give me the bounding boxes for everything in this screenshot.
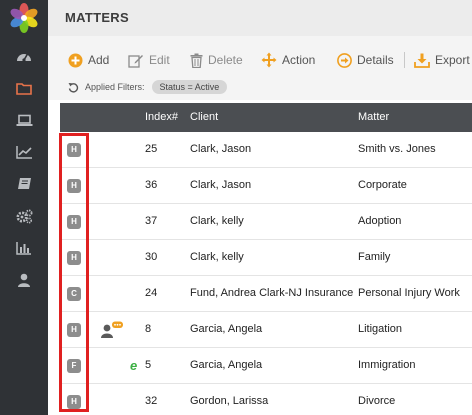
matter-cell: Litigation (358, 323, 403, 335)
index-cell: 37 (145, 215, 158, 227)
type-badge: H (67, 251, 81, 265)
column-header-client[interactable]: Client (190, 111, 218, 123)
matter-cell: Divorce (358, 395, 396, 407)
type-badge: H (67, 215, 81, 229)
e-icon[interactable]: e (130, 358, 140, 375)
sidebar-item-analytics[interactable] (0, 232, 48, 264)
sidebar-item-library[interactable] (0, 168, 48, 200)
table-row[interactable]: H 25 Clark, Jason Smith vs. Jones (60, 132, 472, 168)
gauge-icon (17, 53, 31, 62)
filters-label: Applied Filters: (85, 82, 145, 92)
app-window: MATTERS Add Edit Delete Action Details E… (0, 0, 472, 415)
applied-filters: Applied Filters: Status = Active (68, 79, 228, 95)
sidebar-item-user[interactable] (0, 264, 48, 296)
matter-cell: Adoption (358, 215, 402, 227)
line-chart-icon (15, 146, 32, 159)
table-body: H 25 Clark, Jason Smith vs. Jones H 36 C… (60, 132, 472, 415)
bar-chart-icon (16, 242, 31, 255)
gears-icon (16, 209, 32, 224)
sidebar-item-settings[interactable] (0, 200, 48, 232)
table-row[interactable]: H 36 Clark, Jason Corporate (60, 168, 472, 204)
table-row[interactable]: F 5 Garcia, Angela Immigration e (60, 348, 472, 384)
sidebar (0, 0, 48, 415)
trash-icon (190, 53, 203, 68)
table-row[interactable]: H 32 Gordon, Larissa Divorce (60, 384, 472, 415)
undo-icon[interactable] (68, 82, 79, 93)
export-label: Export (435, 53, 470, 67)
details-label: Details (357, 53, 394, 67)
details-button[interactable]: Details (337, 50, 394, 70)
page-header: MATTERS (48, 0, 472, 36)
type-badge: H (67, 323, 81, 337)
table-row[interactable]: C 24 Fund, Andrea Clark-NJ Insurance Per… (60, 276, 472, 312)
table-row[interactable]: H 8 Garcia, Angela Litigation (60, 312, 472, 348)
action-button[interactable]: Action (261, 50, 315, 70)
client-cell: Garcia, Angela (190, 359, 263, 371)
type-badge: F (67, 359, 81, 373)
laptop-icon (16, 114, 32, 126)
user-chat-icon[interactable] (100, 321, 124, 342)
add-circle-icon (68, 53, 83, 67)
page-title: MATTERS (65, 10, 129, 25)
toolbar: Add Edit Delete Action Details Export Ap… (48, 36, 472, 100)
column-header-matter[interactable]: Matter (358, 111, 389, 123)
sidebar-item-dashboard[interactable] (0, 40, 48, 72)
toolbar-divider (404, 52, 405, 68)
sidebar-item-computer[interactable] (0, 104, 48, 136)
delete-label: Delete (208, 53, 243, 67)
index-cell: 5 (145, 359, 152, 371)
type-badge: H (67, 179, 81, 193)
column-header-index[interactable]: Index# (145, 111, 178, 123)
matter-cell: Immigration (358, 359, 416, 371)
index-cell: 32 (145, 395, 158, 407)
arrow-circle-icon (337, 52, 352, 68)
index-cell: 8 (145, 323, 152, 335)
export-button[interactable]: Export (414, 50, 470, 70)
table-row[interactable]: H 37 Clark, kelly Adoption (60, 204, 472, 240)
flower-logo[interactable] (9, 3, 39, 33)
type-badge: C (67, 287, 81, 301)
book-icon (17, 178, 31, 189)
matter-cell: Corporate (358, 179, 407, 191)
client-cell: Gordon, Larissa (190, 395, 269, 407)
client-cell: Fund, Andrea Clark-NJ Insurance (190, 287, 354, 299)
index-cell: 25 (145, 143, 158, 155)
client-cell: Clark, kelly (190, 215, 244, 227)
edit-button[interactable]: Edit (128, 50, 170, 70)
user-icon (18, 273, 30, 287)
edit-icon (128, 54, 143, 68)
edit-label: Edit (149, 53, 170, 67)
index-cell: 24 (145, 287, 158, 299)
action-label: Action (282, 53, 316, 67)
index-cell: 30 (145, 251, 158, 263)
delete-button[interactable]: Delete (190, 50, 243, 70)
index-cell: 36 (145, 179, 158, 191)
client-cell: Clark, Jason (190, 143, 252, 155)
add-button[interactable]: Add (68, 50, 109, 70)
sidebar-item-reports[interactable] (0, 136, 48, 168)
download-icon (414, 53, 430, 68)
table-row[interactable]: H 30 Clark, kelly Family (60, 240, 472, 276)
sidebar-item-matters[interactable] (0, 72, 48, 104)
client-cell: Clark, kelly (190, 251, 244, 263)
type-badge: H (67, 143, 81, 157)
matter-cell: Smith vs. Jones (358, 143, 436, 155)
move-arrows-icon (261, 52, 277, 68)
matter-cell: Personal Injury Work (358, 287, 460, 299)
table-header: Index# Client Matter (60, 103, 472, 132)
matters-table: Index# Client Matter H 25 Clark, Jason S… (60, 103, 472, 415)
matter-cell: Family (358, 251, 391, 263)
svg-text:e: e (130, 358, 137, 372)
client-cell: Clark, Jason (190, 179, 252, 191)
folder-icon (16, 82, 32, 95)
add-label: Add (88, 53, 110, 67)
client-cell: Garcia, Angela (190, 323, 263, 335)
filter-chip[interactable]: Status = Active (151, 80, 228, 94)
type-badge: H (67, 395, 81, 409)
